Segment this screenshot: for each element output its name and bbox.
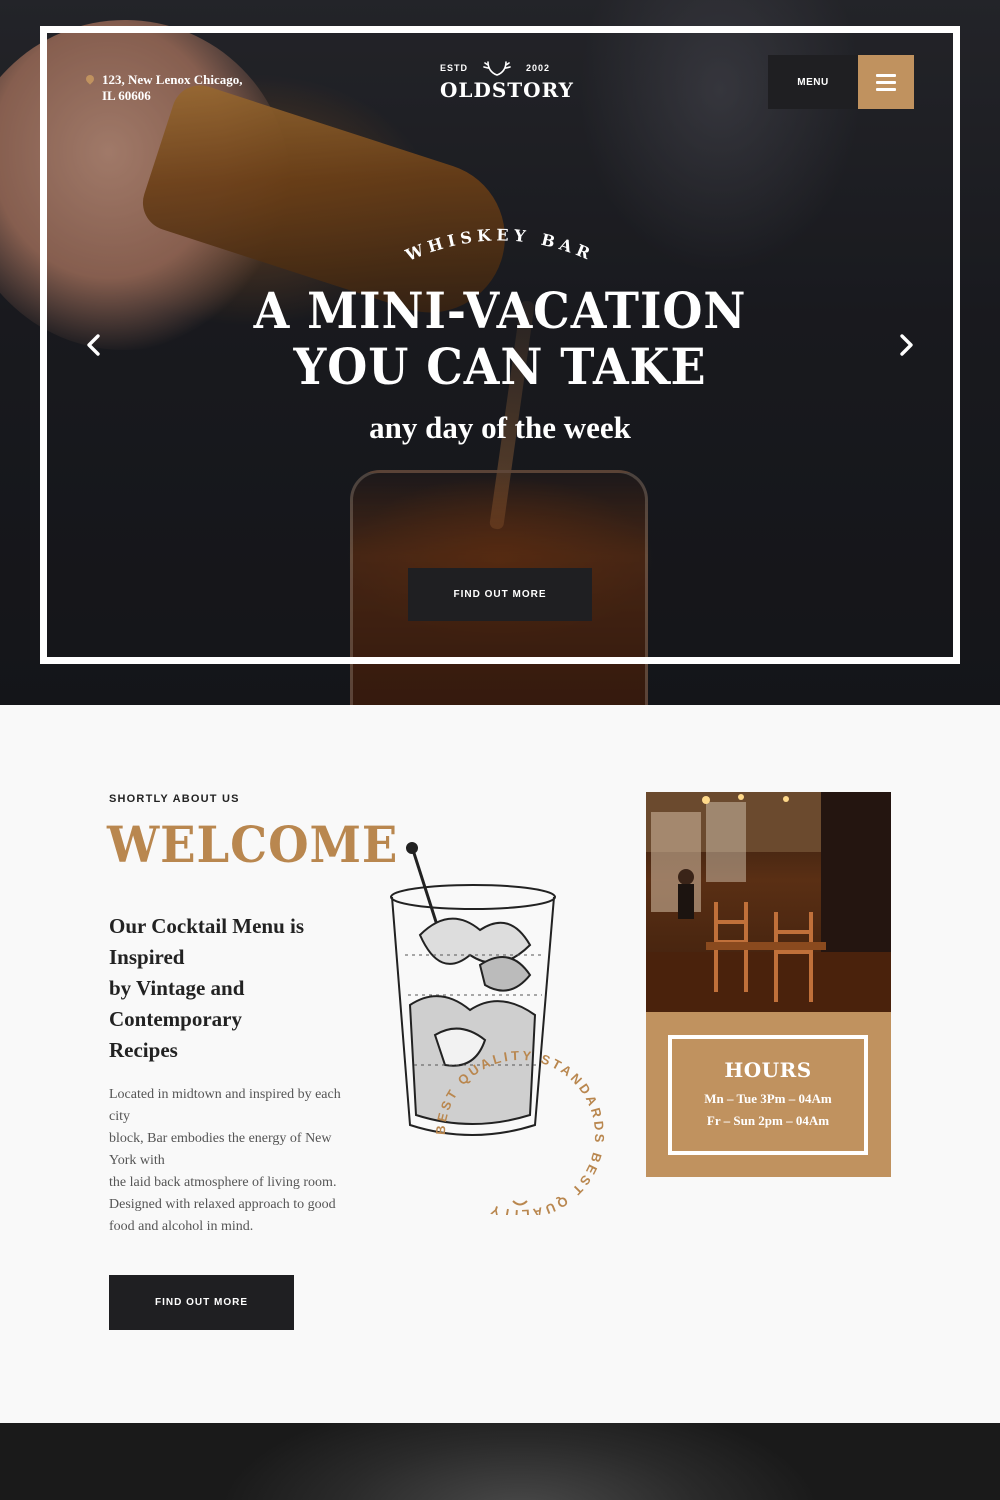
next-section-preview (0, 1423, 1000, 1500)
about-text-line: block, Bar embodies the energy of New (109, 1131, 332, 1146)
about-find-out-more-button[interactable]: FIND OUT MORE (109, 1275, 294, 1330)
about-text-line: food and alcohol in mind. (109, 1219, 254, 1234)
about-text-line: the laid back atmosphere of living room. (109, 1175, 337, 1190)
hero-find-out-more-button[interactable]: FIND OUT MORE (408, 568, 592, 621)
about-section: SHORTLY ABOUT US WELCOME Our Cocktail Me… (0, 705, 1000, 1423)
address-line-1: 123, New Lenox Chicago, (102, 72, 243, 87)
about-description: Located in midtown and inspired by each … (109, 1084, 354, 1238)
logo-estd: ESTD (440, 63, 469, 73)
menu-toggle[interactable]: MENU (768, 55, 914, 109)
cocktail-glass-drawing (390, 842, 556, 1136)
about-subtitle: Our Cocktail Menu is Inspired by Vintage… (109, 911, 349, 1066)
about-text-line: Designed with relaxed approach to good (109, 1197, 336, 1212)
cocktail-illustration: BEST QUALITY STANDARDS BEST QUALITY (390, 842, 604, 1215)
badge-antler-icon (512, 1200, 528, 1206)
chevron-left-icon[interactable] (82, 333, 106, 357)
hours-title: HOURS (724, 1058, 812, 1082)
bar-interior-drawing (646, 792, 891, 1012)
hours-line-2: Fr – Sun 2pm – 04Am (706, 1113, 830, 1128)
about-subtitle-line: Contemporary (109, 1007, 242, 1031)
hours-card: HOURS Mn – Tue 3Pm – 04Am Fr – Sun 2pm –… (646, 1012, 891, 1177)
hours-card-inner: HOURS Mn – Tue 3Pm – 04Am Fr – Sun 2pm –… (668, 1035, 868, 1155)
about-text-line: city (109, 1109, 130, 1124)
about-eyebrow: SHORTLY ABOUT US (109, 793, 240, 805)
menu-button-label[interactable]: MENU (768, 55, 858, 109)
hero-eyebrow: WHISKEY BAR (402, 225, 598, 265)
antler-icon (483, 61, 511, 76)
about-subtitle-line: by Vintage and (109, 976, 245, 1000)
hero-headline-line-1: A MINI-VACATION (253, 281, 747, 340)
about-subtitle-line: Our Cocktail Menu is (109, 914, 305, 938)
site-logo[interactable]: ESTD 2002 OLDSTORY (440, 60, 574, 102)
chevron-right-icon[interactable] (894, 333, 918, 357)
about-subtitle-line: Inspired (109, 945, 185, 969)
logo-name: OLDSTORY (440, 78, 574, 102)
about-title: WELCOME (107, 815, 399, 874)
address: 123, New Lenox Chicago, IL 60606 (84, 72, 276, 104)
hero-headline: A MINI-VACATION YOU CAN TAKE (224, 283, 776, 395)
address-line-2: IL 60606 (102, 88, 151, 103)
hours-line-1: Mn – Tue 3Pm – 04Am (704, 1091, 832, 1106)
hero-headline-line-2: YOU CAN TAKE (293, 337, 707, 396)
hamburger-icon[interactable] (858, 55, 914, 109)
about-subtitle-line: Recipes (109, 1038, 178, 1062)
about-text-line: York with (109, 1153, 165, 1168)
bar-interior-photo (646, 792, 891, 1012)
hero-subhead: any day of the week (369, 410, 631, 445)
logo-year: 2002 (525, 63, 550, 73)
hero-section: 123, New Lenox Chicago, IL 60606 ESTD 20… (0, 0, 1000, 705)
map-pin-icon (84, 73, 96, 85)
about-text-line: Located in midtown and inspired by each (109, 1087, 341, 1102)
svg-text:WHISKEY BAR: WHISKEY BAR (402, 225, 598, 265)
hero-eyebrow-text: WHISKEY BAR (402, 225, 593, 265)
